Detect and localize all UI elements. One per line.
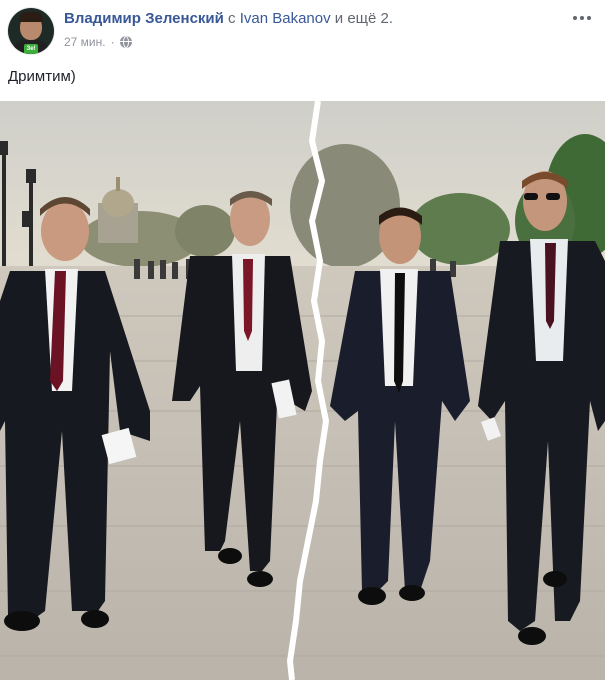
with-text: с [228, 10, 236, 27]
post-meta: 27 мин. · [64, 35, 132, 49]
author-avatar[interactable]: Зе! [8, 8, 54, 54]
more-dot-icon [580, 16, 584, 20]
tagged-person-link[interactable]: Ivan Bakanov [240, 10, 331, 27]
meta-separator: · [110, 35, 115, 49]
post-text: Дримтим) [8, 68, 76, 85]
post-timestamp[interactable]: 27 мин. [64, 35, 106, 49]
and-more-link[interactable]: и ещё 2. [335, 10, 393, 27]
post-photo[interactable] [0, 101, 605, 680]
photo-canvas [0, 101, 605, 680]
author-line: Владимир Зеленский с Ivan Bakanov и ещё … [64, 10, 393, 27]
post-header: Зе! Владимир Зеленский с Ivan Bakanov и … [0, 0, 605, 64]
author-name-link[interactable]: Владимир Зеленский [64, 10, 224, 27]
more-dot-icon [587, 16, 591, 20]
globe-icon[interactable] [119, 36, 132, 48]
avatar-hair [19, 12, 43, 22]
more-options-button[interactable] [569, 10, 595, 26]
avatar-badge: Зе! [24, 44, 38, 54]
more-dot-icon [573, 16, 577, 20]
